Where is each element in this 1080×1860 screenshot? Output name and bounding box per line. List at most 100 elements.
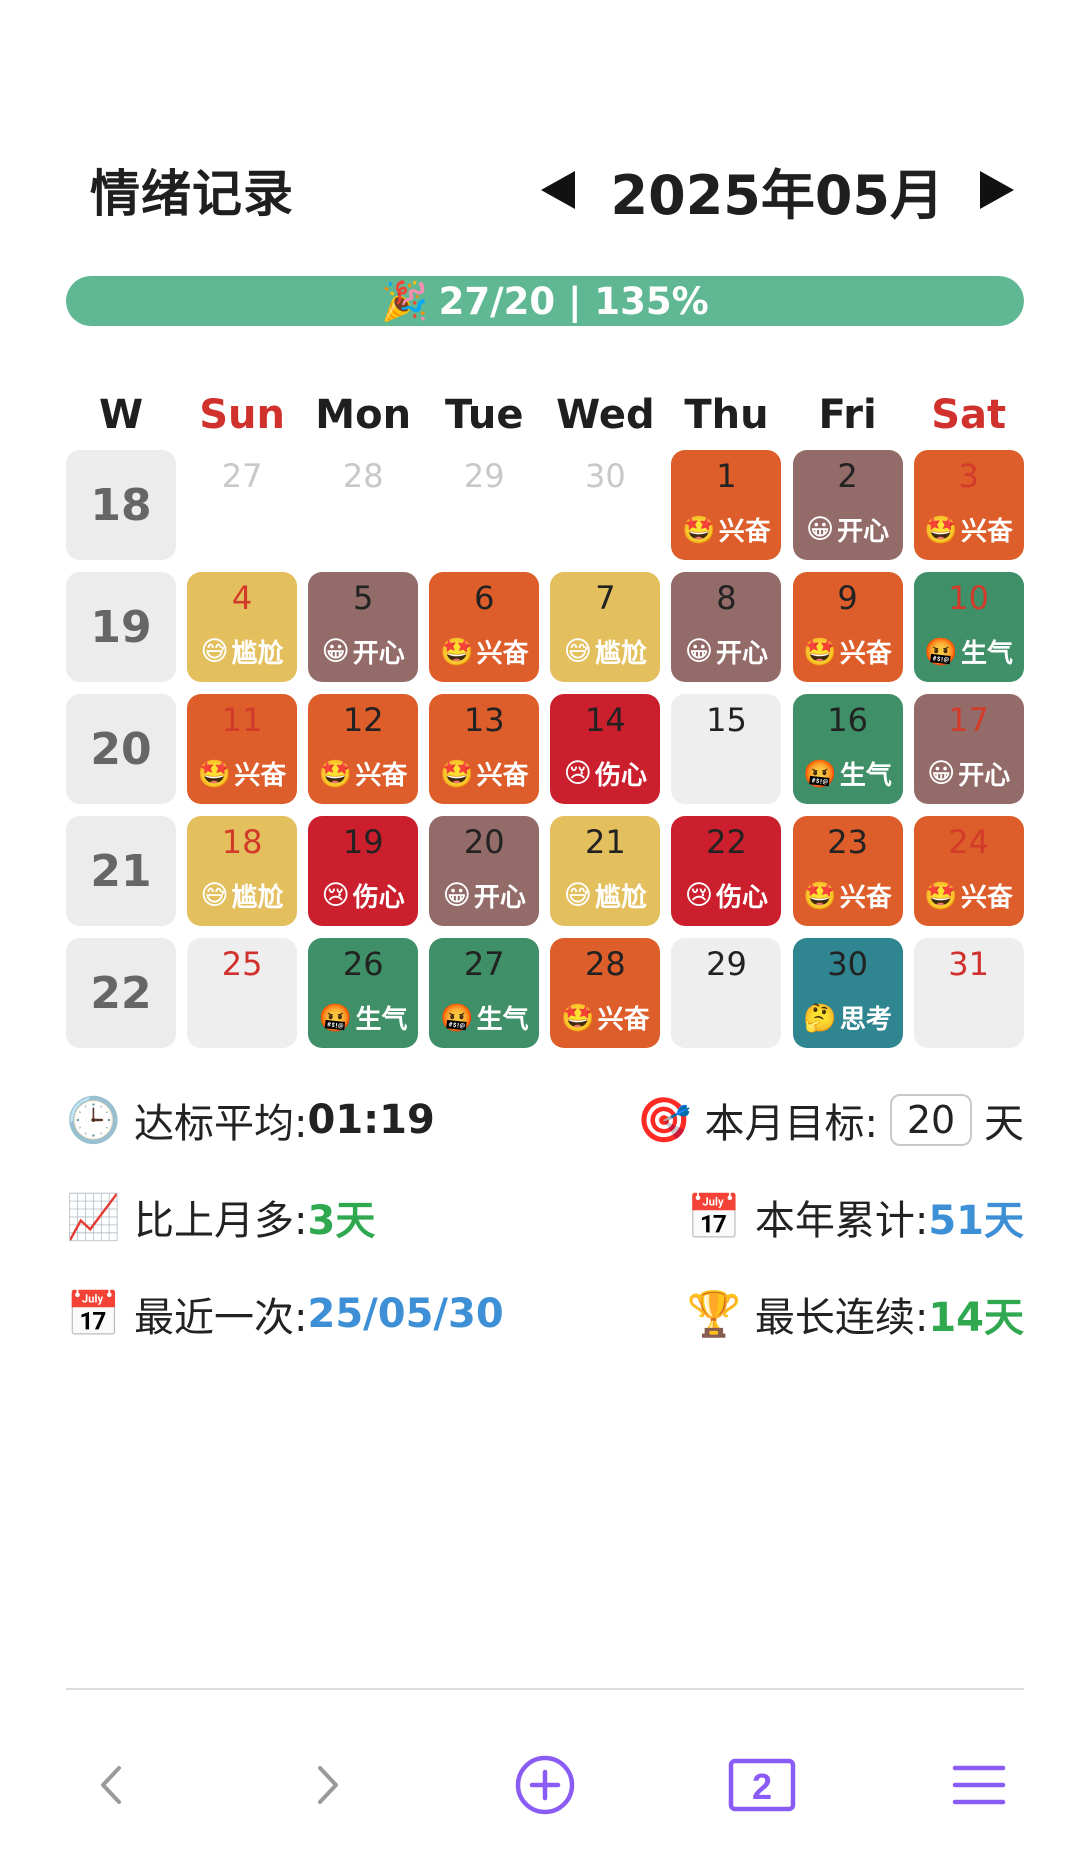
- day-cell[interactable]: 20 😀 开心: [429, 816, 540, 926]
- forward-button[interactable]: [283, 1740, 373, 1830]
- day-cell[interactable]: 9 🤩 兴奋: [792, 572, 903, 682]
- tabs-button[interactable]: 2: [717, 1740, 807, 1830]
- day-cell[interactable]: 17 😀 开心: [913, 694, 1024, 804]
- menu-icon: [952, 1765, 1006, 1805]
- stats-panel: 🕒 达标平均: 01:19 🎯 本月目标: 20 天 📈 比上月多: 3天 📅 …: [66, 1085, 1024, 1376]
- page-title: 情绪记录: [90, 165, 294, 223]
- day-cell[interactable]: 29: [429, 450, 539, 560]
- day-cell[interactable]: 26 🤬 生气: [308, 938, 419, 1048]
- menu-button[interactable]: [934, 1740, 1024, 1830]
- day-cell[interactable]: 11 🤩 兴奋: [187, 694, 298, 804]
- day-cell[interactable]: 3 🤩 兴奋: [913, 450, 1024, 560]
- day-number: 27: [463, 945, 505, 983]
- day-cell[interactable]: 10 🤬 生气: [913, 572, 1024, 682]
- day-cell[interactable]: 14 😢 伤心: [550, 694, 661, 804]
- next-month-button[interactable]: [980, 171, 1014, 209]
- day-cell[interactable]: 28 🤩 兴奋: [550, 938, 661, 1048]
- mood-tag: 😅 尴尬: [187, 633, 297, 670]
- day-cell[interactable]: 27: [187, 450, 297, 560]
- day-cell[interactable]: 5 😀 开心: [308, 572, 419, 682]
- month-label: 2025年05月: [610, 163, 944, 227]
- happy-face-icon: 😀: [442, 880, 471, 911]
- excited-face-icon: 🤩: [803, 636, 837, 668]
- day-cell[interactable]: 23 🤩 兴奋: [792, 816, 903, 926]
- mood-label: 兴奋: [234, 761, 287, 791]
- day-cell[interactable]: 27 🤬 生气: [429, 938, 540, 1048]
- stat-streak-label: 最长连续:: [754, 1295, 929, 1341]
- mood-tag: 😅 尴尬: [550, 633, 660, 670]
- day-number: 2: [837, 457, 858, 495]
- stat-streak-value: 14天: [928, 1295, 1024, 1341]
- weekday-wed: Wed: [556, 392, 655, 438]
- stat-year-value: 51天: [928, 1198, 1024, 1244]
- day-cell[interactable]: 6 🤩 兴奋: [429, 572, 540, 682]
- day-cell[interactable]: 12 🤩 兴奋: [308, 694, 419, 804]
- toolbar-divider: [66, 1688, 1024, 1690]
- stats-row: 📅 最近一次: 25/05/30 🏆 最长连续: 14天: [66, 1279, 1024, 1349]
- day-cell[interactable]: 13 🤩 兴奋: [429, 694, 540, 804]
- day-number: 4: [231, 579, 253, 617]
- angry-face-icon: 🤬: [439, 1002, 474, 1034]
- excited-face-icon: 🤩: [318, 758, 353, 790]
- day-cell[interactable]: 16 🤬 生气: [792, 694, 903, 804]
- day-cell[interactable]: 4 😅 尴尬: [187, 572, 298, 682]
- sad-face-icon: 😢: [563, 758, 592, 789]
- add-button[interactable]: [500, 1740, 590, 1830]
- stat-year-label: 本年累计:: [754, 1198, 929, 1244]
- mood-tag: 😀 开心: [914, 755, 1024, 792]
- weekday-sat: Sat: [931, 392, 1007, 438]
- day-cell[interactable]: 15: [671, 694, 782, 804]
- mood-tag: 🤩 兴奋: [429, 633, 539, 670]
- day-cell[interactable]: 8 😀 开心: [671, 572, 782, 682]
- day-cell[interactable]: 21 😅 尴尬: [550, 816, 661, 926]
- day-cell[interactable]: 30: [550, 450, 660, 560]
- mood-label: 兴奋: [718, 517, 771, 547]
- day-cell[interactable]: 31: [913, 938, 1024, 1048]
- goal-input[interactable]: 20: [890, 1094, 972, 1146]
- stat-recent-value: 25/05/30: [307, 1291, 504, 1337]
- prev-month-button[interactable]: [540, 171, 575, 209]
- mood-label: 开心: [958, 761, 1011, 791]
- mood-tag: 🤩 兴奋: [914, 877, 1024, 914]
- weekday-sun: Sun: [199, 392, 285, 438]
- day-cell[interactable]: 24 🤩 兴奋: [913, 816, 1024, 926]
- mood-label: 生气: [960, 639, 1013, 669]
- day-cell[interactable]: 7 😅 尴尬: [550, 572, 661, 682]
- stat-recent: 📅 最近一次: 25/05/30: [66, 1285, 504, 1343]
- day-cell[interactable]: 1 🤩 兴奋: [671, 450, 782, 560]
- day-number: 7: [595, 579, 616, 617]
- mood-tag: 😀 开心: [429, 877, 539, 914]
- excited-face-icon: 🤩: [439, 758, 474, 790]
- mood-label: 生气: [355, 1005, 408, 1035]
- mood-tag: 😀 开心: [793, 511, 903, 548]
- mood-label: 兴奋: [476, 639, 529, 669]
- mood-tag: 😢 伤心: [671, 877, 781, 914]
- day-cell[interactable]: 25: [187, 938, 298, 1048]
- mood-tag: 😢 伤心: [308, 877, 418, 914]
- day-cell[interactable]: 28: [308, 450, 418, 560]
- mood-tag: 🤬 生气: [429, 999, 539, 1036]
- day-number: 28: [342, 457, 384, 495]
- mood-label: 兴奋: [476, 761, 529, 791]
- back-button[interactable]: [66, 1740, 156, 1830]
- day-number: 14: [585, 701, 626, 739]
- day-cell[interactable]: 18 😅 尴尬: [187, 816, 298, 926]
- mood-label: 生气: [476, 1005, 529, 1035]
- tabs-count: 2: [752, 1766, 772, 1807]
- day-cell[interactable]: 22 😢 伤心: [671, 816, 782, 926]
- mood-label: 尴尬: [594, 639, 647, 669]
- week-row: 18 27 28 29 30 1 🤩 兴奋 2 😀 开心 3 🤩 兴奋: [66, 450, 1024, 560]
- day-cell[interactable]: 29: [671, 938, 782, 1048]
- stat-goal-label: 本月目标:: [704, 1101, 878, 1147]
- day-cell[interactable]: 2 😀 开心: [792, 450, 903, 560]
- stat-recent-label: 最近一次:: [134, 1295, 308, 1341]
- excited-face-icon: 🤩: [439, 636, 474, 668]
- happy-face-icon: 😀: [805, 514, 835, 545]
- day-cell[interactable]: 30 🤔 思考: [792, 938, 903, 1048]
- day-cell[interactable]: 19 😢 伤心: [308, 816, 419, 926]
- day-number: 24: [948, 823, 990, 861]
- mood-tag: 🤔 思考: [793, 999, 903, 1036]
- mood-tag: 😀 开心: [308, 633, 418, 670]
- mood-tag: 🤩 兴奋: [187, 755, 297, 792]
- day-number: 11: [221, 701, 263, 739]
